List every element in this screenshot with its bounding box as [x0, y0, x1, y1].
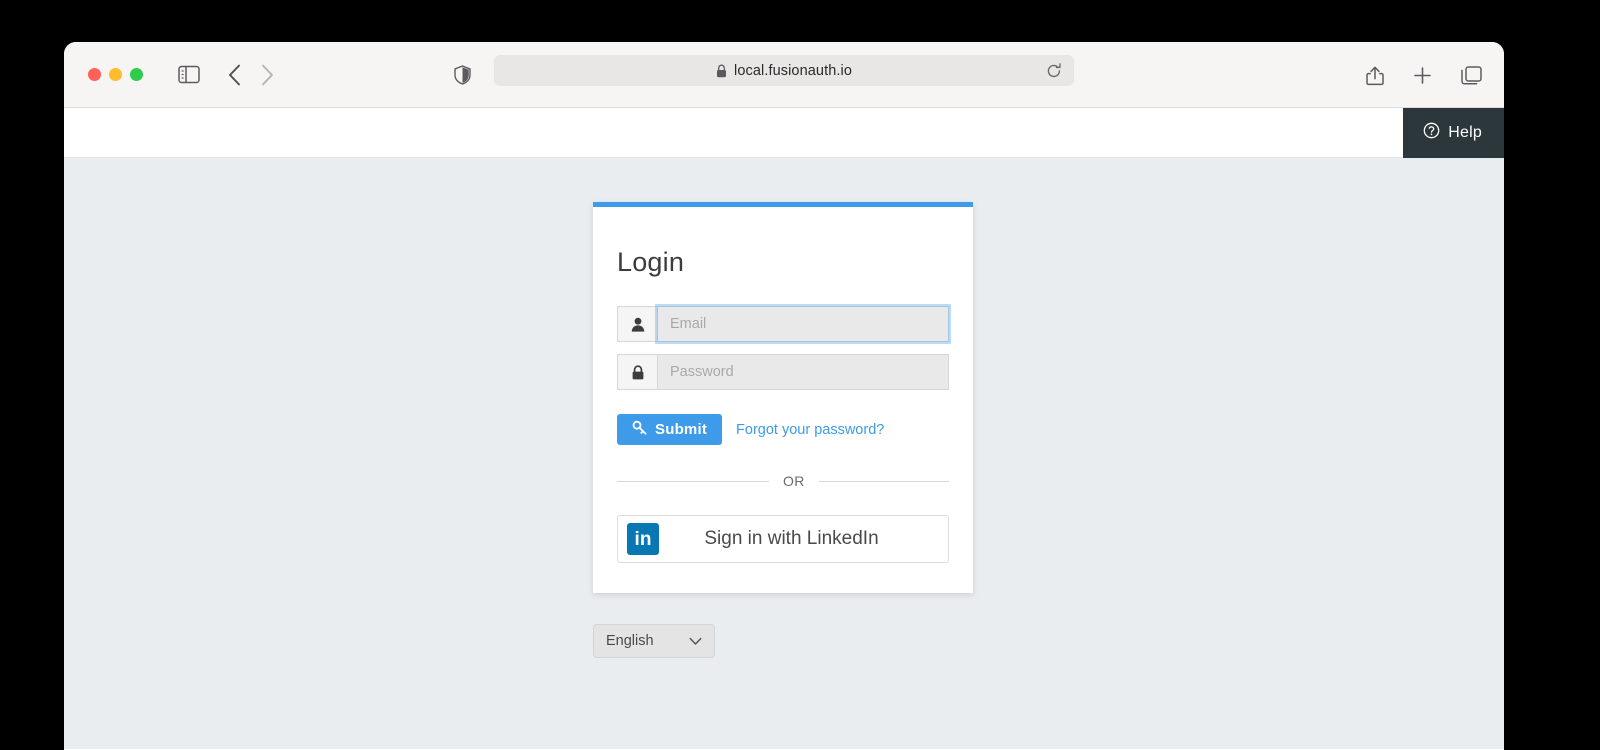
- language-label: English: [606, 633, 654, 649]
- help-button[interactable]: Help: [1403, 108, 1504, 158]
- user-icon: [617, 306, 657, 342]
- or-divider: OR: [617, 473, 949, 489]
- browser-window: local.fusionauth.io Help Login Email Sub…: [64, 42, 1504, 750]
- forgot-password-link[interactable]: Forgot your password?: [736, 422, 884, 438]
- key-icon: [632, 420, 647, 439]
- divider-line-left: [617, 480, 769, 482]
- lock-icon: [617, 354, 657, 390]
- linkedin-label: Sign in with LinkedIn: [704, 528, 879, 549]
- reload-icon[interactable]: [1046, 62, 1062, 79]
- email-field[interactable]: [657, 306, 949, 342]
- linkedin-signin-button[interactable]: in Sign in with LinkedIn: [617, 515, 949, 563]
- lock-icon: [716, 64, 727, 78]
- divider-line-right: [818, 480, 949, 482]
- close-window-button[interactable]: [88, 68, 101, 81]
- language-select[interactable]: English: [593, 624, 715, 658]
- back-chevron-icon[interactable]: [228, 64, 241, 86]
- password-input-group: [617, 354, 949, 390]
- submit-label: Submit: [655, 421, 708, 438]
- help-label: Help: [1448, 124, 1482, 141]
- maximize-window-button[interactable]: [130, 68, 143, 81]
- page-body: Login Email Submit Forgot your password?…: [64, 158, 1504, 749]
- divider-label: OR: [783, 473, 805, 489]
- plus-icon[interactable]: [1413, 66, 1432, 85]
- share-icon[interactable]: [1366, 65, 1384, 86]
- login-card: Login Email Submit Forgot your password?…: [593, 202, 973, 593]
- toolbar-right-actions: [1366, 42, 1482, 108]
- tab-overview-icon[interactable]: [1461, 65, 1482, 85]
- page-title: Login: [617, 247, 685, 277]
- url-text: local.fusionauth.io: [734, 62, 852, 79]
- minimize-window-button[interactable]: [109, 68, 122, 81]
- submit-button[interactable]: Submit: [617, 414, 723, 445]
- app-header: Help: [64, 108, 1504, 158]
- password-field[interactable]: [657, 354, 949, 390]
- chevron-down-icon: [689, 637, 702, 646]
- form-actions: Submit Forgot your password?: [617, 414, 949, 445]
- question-circle-icon: [1423, 122, 1440, 144]
- traffic-lights: [88, 68, 143, 81]
- forward-chevron-icon[interactable]: [261, 64, 274, 86]
- address-bar[interactable]: local.fusionauth.io: [494, 55, 1074, 86]
- email-input-group: [617, 306, 949, 342]
- privacy-shield-icon[interactable]: [454, 64, 471, 85]
- browser-toolbar: local.fusionauth.io: [64, 42, 1504, 108]
- sidebar-icon[interactable]: [178, 65, 200, 84]
- linkedin-icon: in: [627, 523, 659, 555]
